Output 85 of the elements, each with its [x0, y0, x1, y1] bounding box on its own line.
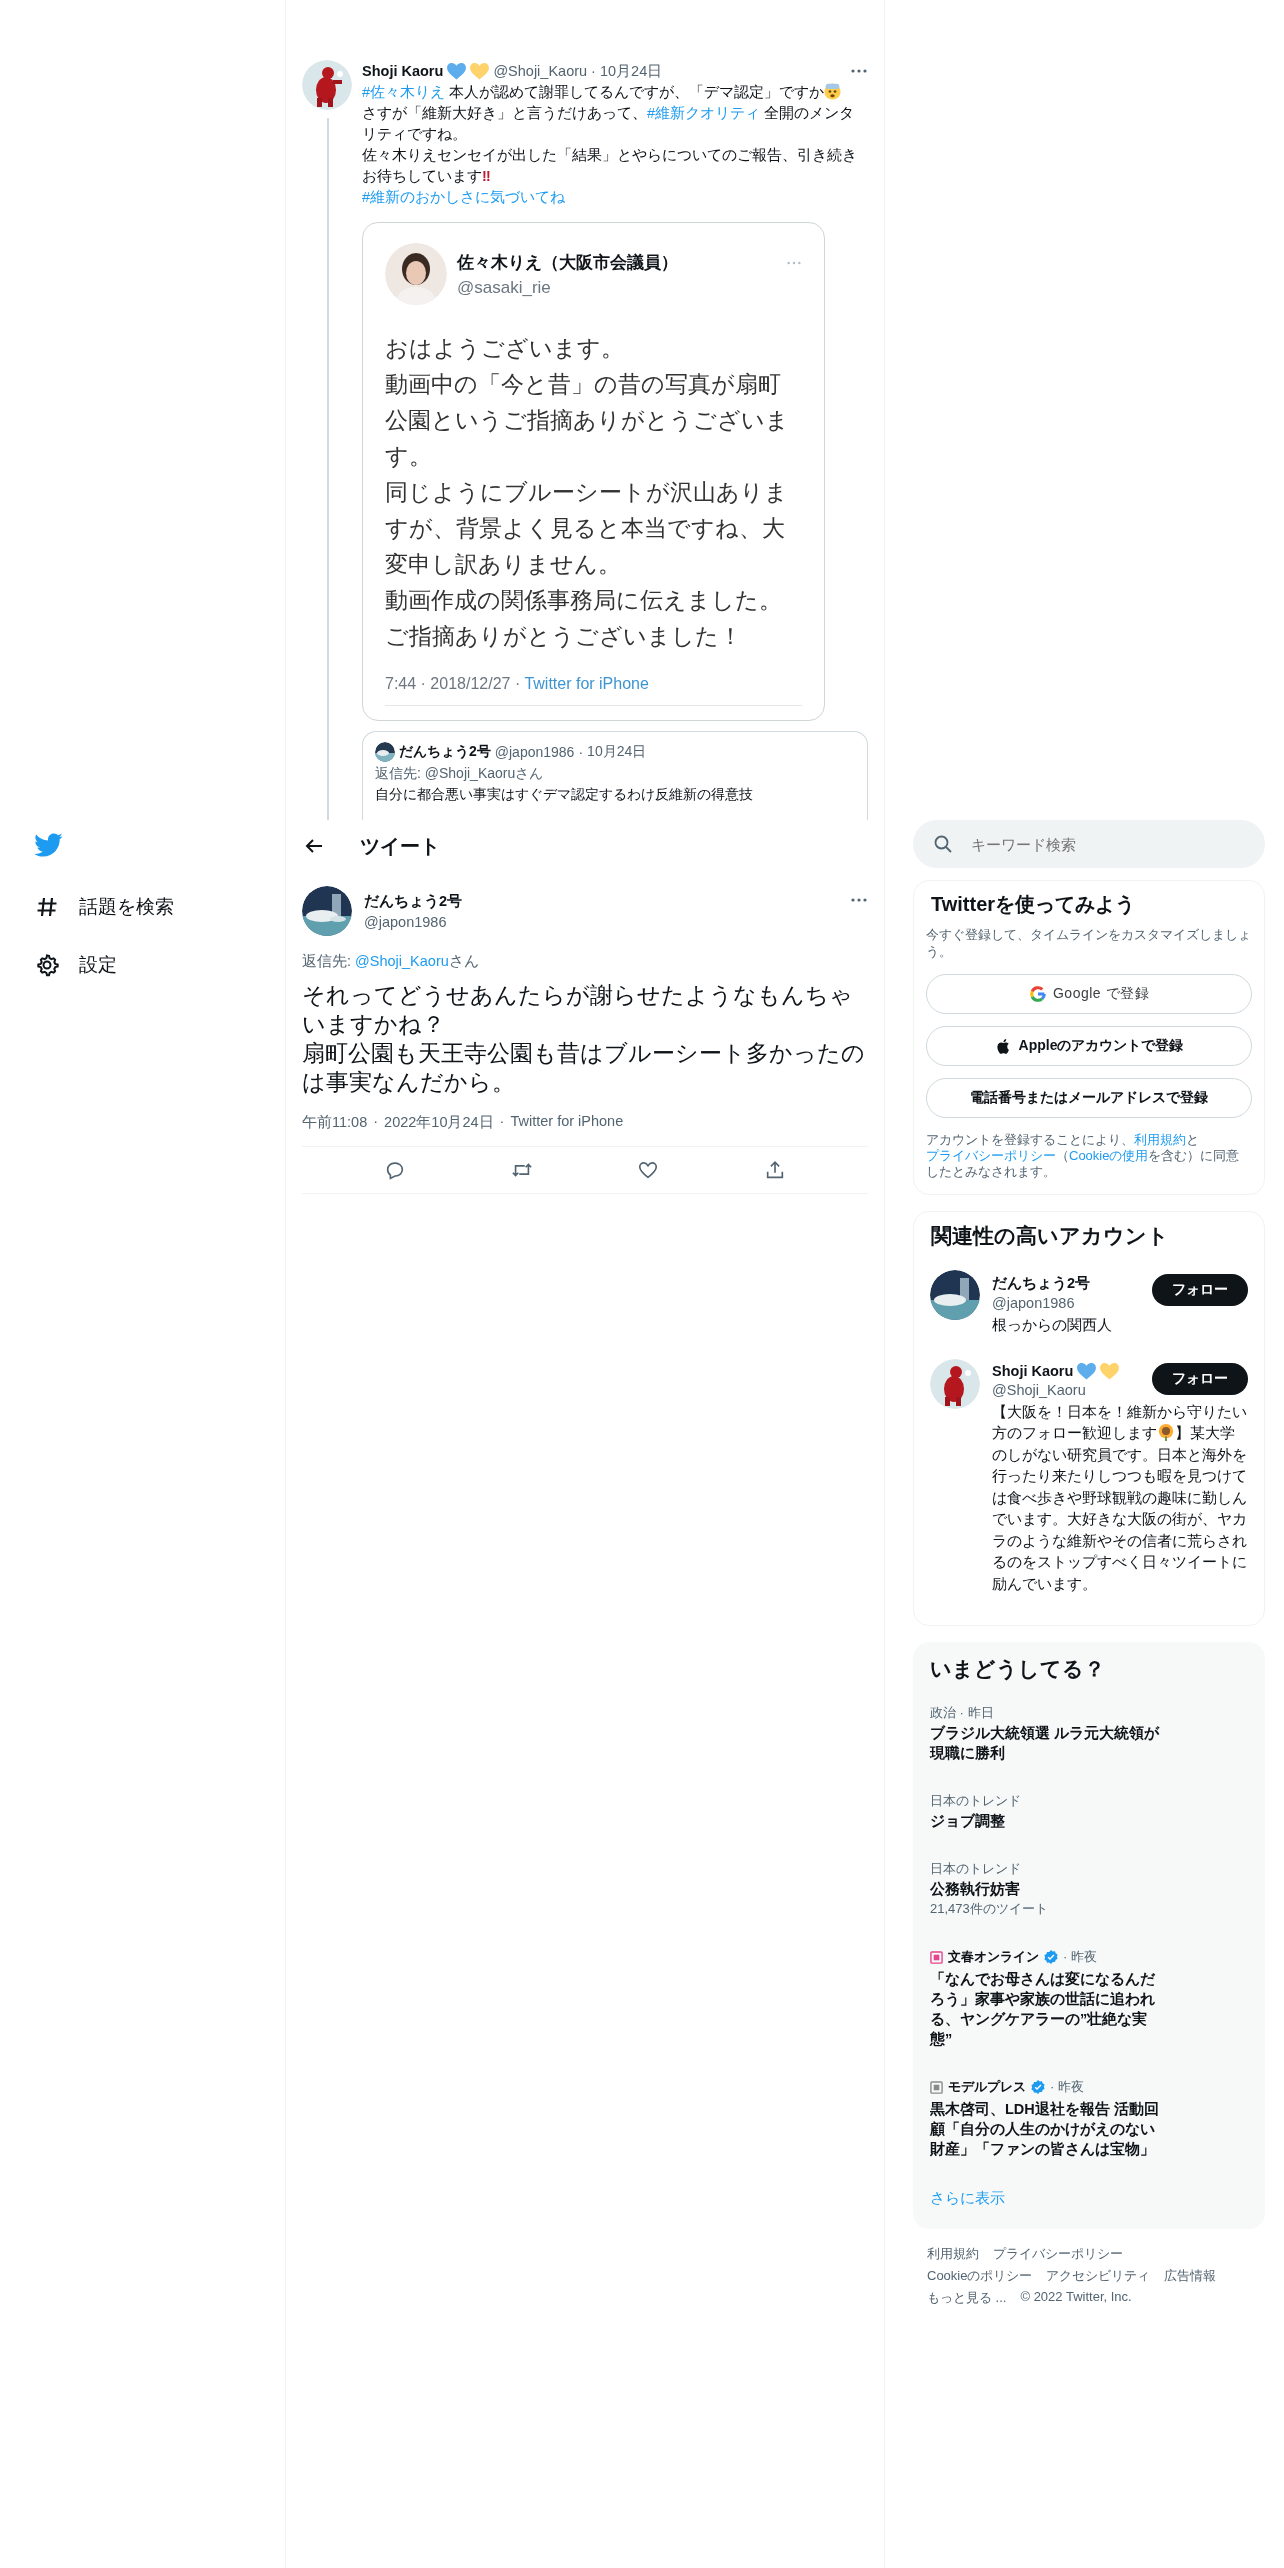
footer-link[interactable]: プライバシーポリシー	[993, 2245, 1123, 2263]
user-name: だんちょう2号	[399, 743, 491, 761]
user-bio: 根っからの関西人	[992, 1316, 1113, 1335]
more-icon[interactable]	[850, 69, 868, 73]
footer-link[interactable]: アクセシビリティ	[1046, 2267, 1151, 2285]
signup-button[interactable]: 電話番号またはメールアドレスで登録	[926, 1078, 1252, 1118]
tweet-text: それってどうせあんたらが謝らせたようなもんちゃいますかね？	[302, 981, 854, 1039]
tweet-count: 21,473件のツイート	[930, 1900, 1049, 1918]
settings-icon	[35, 953, 59, 977]
sunflower-icon	[1157, 1423, 1175, 1441]
follow-button[interactable]: フォロー	[1152, 1274, 1248, 1306]
tweet-text: 同じようにブルーシートが沢山ありますが、背景よく見ると本当ですね、大変申し訳ありません。	[385, 479, 789, 579]
user-name[interactable]: だんちょう2号	[364, 892, 463, 911]
news-time: · 昨夜	[1063, 1948, 1097, 1966]
trend-title[interactable]: 公務執行妨害	[930, 1879, 1162, 1899]
footer-link[interactable]: Cookieのポリシー	[927, 2267, 1033, 2285]
source-link: Twitter for iPhone	[524, 675, 649, 692]
tweet-text: おはようございます。	[385, 335, 625, 363]
separator-dot: ·	[578, 744, 584, 760]
logo-icon	[930, 2080, 943, 2094]
user-handle[interactable]: @Shoji_Kaoru	[493, 63, 588, 79]
tweet-screenshot[interactable]: 佐々木りえ（大阪市会議員） @sasaki_rie おはようございます。 動画中の「今と昔」の昔の写真が扇町公園というご指摘ありがとうございます。 同じようにブルーシートが沢山ありますが、背景よく見ると本当ですね、大変申し訳ありません。 動画作成の関係事務局に伝えました。 ご指摘ありがとうございました！ 7:44 · 2018/12/27 · Twitter for iPhone	[362, 222, 825, 721]
user-name[interactable]: だんちょう2号	[992, 1274, 1091, 1293]
tweet-text: ご指摘ありがとうございました！	[385, 623, 743, 651]
tweet-text: 佐々木りえセンセイが出した「結果」とやらについてのご報告、引き続きお待ちしています‼	[362, 146, 858, 186]
card-title: いまどうしてる？	[930, 1656, 1106, 1683]
tweet-meta[interactable]: Twitter for iPhone	[510, 1113, 624, 1132]
trend-context: 日本のトレンド	[930, 1792, 1022, 1810]
reply-to-text: 返信先: @Shoji_Kaoru さん	[302, 952, 480, 971]
user-handle[interactable]: @japon1986	[364, 914, 463, 930]
tweet-text: 動画作成の関係事務局に伝えました。	[385, 587, 783, 615]
card-title: Twitterを使ってみよう	[931, 892, 1137, 917]
worried-face-icon	[824, 83, 842, 100]
user-handle: @sasaki_rie	[457, 277, 552, 298]
tweet-date: 10月24日	[587, 743, 647, 761]
news-time: · 昨夜	[1050, 2078, 1084, 2096]
news-source: 文春オンライン	[948, 1948, 1039, 1966]
tweet-text: #佐々木りえ 本人が認めて謝罪してるんですが、「デマ認定」ですか	[362, 82, 868, 103]
tweet-date[interactable]: 10月24日	[599, 61, 663, 81]
user-bio: 【大阪を！日本を！維新から守りたい方のフォロー歓迎します 】某大学のしがない研究員です。日本と海外を行ったり来たりしつつも暇を見つけては食べ歩きや野球観戦の趣味に勤しんでいます。大好きな大阪の街が、ヤカラのような維新やその信者に荒らされるのをストップすべく日々ツイートに励んでいます。	[992, 1402, 1248, 1594]
separator-dot: ·	[591, 63, 596, 79]
legal-text: アカウントを登録することにより、利用規約 と プライバシーポリシー（Cookieの使用を含む）に同意したとみなされます。	[926, 1132, 1241, 1180]
footer-link[interactable]: © 2022 Twitter, Inc.	[1020, 2289, 1132, 2307]
tweet-meta[interactable]: 2022年10月24日	[384, 1113, 494, 1132]
user-handle[interactable]: @japon1986	[992, 1295, 1091, 1311]
user-handle[interactable]: @Shoji_Kaoru	[992, 1381, 1120, 1398]
follow-button[interactable]: フォロー	[1152, 1362, 1248, 1395]
more-icon[interactable]	[850, 898, 868, 902]
news-headline[interactable]: 黒木啓司、LDH退社を報告 活動回顧「自分の人生のかけがえのない財産」「ファンの皆さんは宝物」	[930, 2099, 1162, 2159]
user-handle: @japon1986	[494, 744, 575, 760]
signup-button[interactable]: Google で登録	[926, 974, 1252, 1014]
news-headline[interactable]: 「なんでお母さんは変になるんだろう」家事や家族の世話に追われる、ヤングケアラーの”壮絶な実態”	[930, 1969, 1162, 2049]
more-icon	[786, 261, 802, 265]
separator-dot: ·	[373, 1113, 379, 1131]
tweet-text: 動画中の「今と昔」の昔の写真が扇町公園というご指摘ありがとうございます。	[385, 371, 790, 471]
search-icon	[933, 834, 953, 854]
footer-link[interactable]: 利用規約	[927, 2245, 979, 2263]
trend-context: 日本のトレンド	[930, 1860, 1022, 1878]
logo-icon	[930, 1950, 943, 1964]
tweet-meta: 7:44 · 2018/12/27 · Twitter for iPhone	[385, 675, 650, 693]
separator-dot: ·	[499, 1113, 505, 1131]
page-title: ツイート	[360, 833, 440, 859]
card-title: 関連性の高いアカウント	[931, 1223, 1170, 1249]
footer-link[interactable]: 広告情報	[1164, 2267, 1217, 2285]
search-field[interactable]: キーワード検索	[913, 820, 1265, 868]
card-subtitle: 今すぐ登録して、タイムラインをカスタマイズしましょう。	[926, 926, 1252, 960]
footer-link[interactable]: もっと見る ...	[927, 2289, 1007, 2307]
google-icon	[1028, 985, 1047, 1003]
signup-button[interactable]: Appleのアカウントで登録	[926, 1026, 1252, 1066]
news-source: モデルプレス	[948, 2078, 1026, 2096]
heart-icon[interactable]	[637, 1159, 660, 1181]
nav-item[interactable]: 話題を検索	[35, 878, 285, 936]
trend-title[interactable]: ジョブ調整	[930, 1811, 1162, 1831]
tweet-text: 扇町公園も天王寺公園も昔はブルーシート多かったのは事実なんだから。	[302, 1039, 866, 1097]
tweet-meta[interactable]: 午前11:08	[302, 1113, 368, 1132]
trend-context: 政治 · 昨日	[930, 1704, 995, 1722]
user-name: 佐々木りえ（大阪市会議員）	[457, 251, 678, 274]
user-name[interactable]: Shoji Kaoru	[362, 63, 444, 79]
trend-title[interactable]: ブラジル大統領選 ルラ元大統領が現職に勝利	[930, 1723, 1162, 1763]
tweet-text: さすが「維新大好き」と言うだけあって、#維新クオリティ 全開のメンタリティですね。	[362, 104, 856, 144]
tweet-text: 自分に都合悪い事実はすぐデマ認定するわけ反維新の得意技	[375, 786, 754, 804]
nav-item[interactable]: 設定	[35, 936, 285, 994]
reply-to-text: 返信先: @Shoji_Kaoruさん	[375, 765, 545, 783]
user-name[interactable]: Shoji Kaoru	[992, 1363, 1074, 1379]
hash-icon	[35, 895, 59, 919]
